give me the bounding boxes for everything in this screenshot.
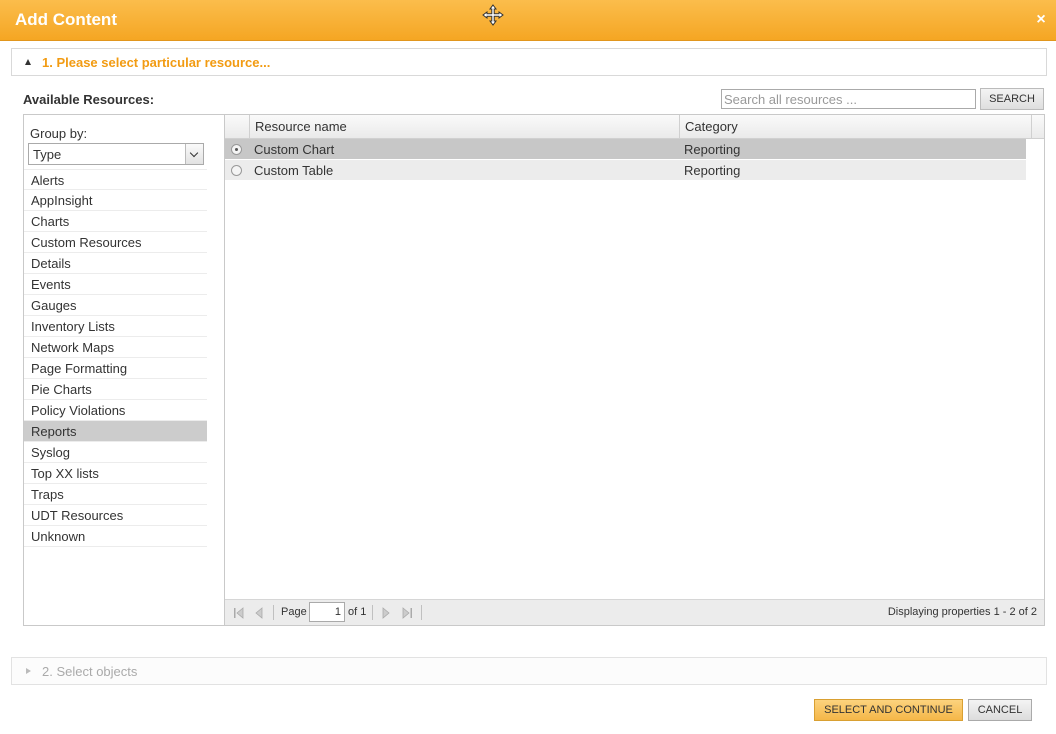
table-row[interactable]: Custom Chart Reporting: [225, 139, 1026, 160]
group-item[interactable]: Reports: [24, 421, 207, 442]
resource-grid: Resource name Category Custom Chart Repor…: [225, 115, 1044, 625]
step2-label: 2. Select objects: [42, 664, 138, 679]
group-item[interactable]: Top XX lists: [24, 463, 207, 484]
group-list: Alerts AppInsight Charts Custom Resources De…: [24, 169, 207, 547]
next-page-icon[interactable]: [380, 607, 392, 619]
dialog-title: Add Content: [15, 10, 117, 29]
column-header-category[interactable]: Category: [679, 115, 1031, 139]
row-radio[interactable]: [231, 165, 242, 176]
group-item[interactable]: AppInsight: [24, 190, 207, 211]
resource-name-cell: Custom Table: [254, 163, 334, 178]
pager-separator: [273, 605, 274, 620]
grid-header: Resource name Category: [225, 115, 1044, 139]
category-cell: Reporting: [684, 142, 741, 157]
page-label: Page: [281, 606, 307, 618]
group-item[interactable]: Policy Violations: [24, 400, 207, 421]
group-item[interactable]: UDT Resources: [24, 505, 207, 526]
column-header-resource-name[interactable]: Resource name: [249, 115, 679, 139]
previous-page-icon[interactable]: [253, 607, 265, 619]
dropdown-button[interactable]: [185, 144, 203, 164]
expand-triangle-icon: [26, 668, 31, 674]
resources-panel: Group by: Type Alerts AppInsight Charts Cus…: [23, 114, 1045, 626]
group-item[interactable]: Inventory Lists: [24, 316, 207, 337]
step1-label: 1. Please select particular resource...: [42, 55, 271, 70]
search-button[interactable]: SEARCH: [980, 88, 1044, 110]
step2-section-header[interactable]: 2. Select objects: [11, 657, 1047, 685]
resource-name-cell: Custom Chart: [254, 142, 335, 157]
group-item[interactable]: Page Formatting: [24, 358, 207, 379]
available-resources-label: Available Resources:: [23, 92, 155, 107]
group-item[interactable]: Gauges: [24, 295, 207, 316]
pager-separator: [421, 605, 422, 620]
first-page-icon[interactable]: [233, 607, 245, 619]
step1-section-header[interactable]: 1. Please select particular resource...: [11, 48, 1047, 76]
close-icon[interactable]: ×: [1034, 12, 1048, 28]
group-item[interactable]: Syslog: [24, 442, 207, 463]
group-item[interactable]: Network Maps: [24, 337, 207, 358]
page-count-label: of 1: [348, 606, 367, 618]
move-icon[interactable]: [482, 4, 504, 26]
row-radio[interactable]: [231, 144, 242, 155]
chevron-down-icon: [189, 148, 199, 158]
group-by-pane: Group by: Type Alerts AppInsight Charts Cus…: [24, 115, 225, 625]
group-item[interactable]: Traps: [24, 484, 207, 505]
group-by-value: Type: [33, 147, 62, 162]
group-item[interactable]: Details: [24, 253, 207, 274]
pager-toolbar: Page of 1 Displaying properties 1 - 2 of…: [225, 599, 1044, 625]
group-item[interactable]: Events: [24, 274, 207, 295]
cancel-button[interactable]: CANCEL: [968, 699, 1032, 721]
last-page-icon[interactable]: [401, 607, 413, 619]
category-cell: Reporting: [684, 163, 741, 178]
group-item[interactable]: Alerts: [24, 169, 207, 190]
select-and-continue-button[interactable]: SELECT AND CONTINUE: [814, 699, 963, 721]
collapse-triangle-icon: [25, 59, 31, 65]
group-item[interactable]: Unknown: [24, 526, 207, 547]
group-item[interactable]: Custom Resources: [24, 232, 207, 253]
column-header-select: [225, 115, 249, 139]
search-input[interactable]: [721, 89, 976, 109]
table-row[interactable]: Custom Table Reporting: [225, 160, 1026, 181]
group-item[interactable]: Charts: [24, 211, 207, 232]
page-number-input[interactable]: [309, 602, 345, 622]
column-header-filler: [1031, 115, 1044, 139]
pager-display-text: Displaying properties 1 - 2 of 2: [887, 606, 1037, 618]
dialog-titlebar[interactable]: Add Content ×: [0, 0, 1056, 41]
group-by-label: Group by:: [30, 126, 88, 141]
group-by-select[interactable]: Type: [28, 143, 204, 165]
pager-separator: [372, 605, 373, 620]
group-item[interactable]: Pie Charts: [24, 379, 207, 400]
grid-body: Custom Chart Reporting Custom Table Reporti…: [225, 139, 1026, 181]
